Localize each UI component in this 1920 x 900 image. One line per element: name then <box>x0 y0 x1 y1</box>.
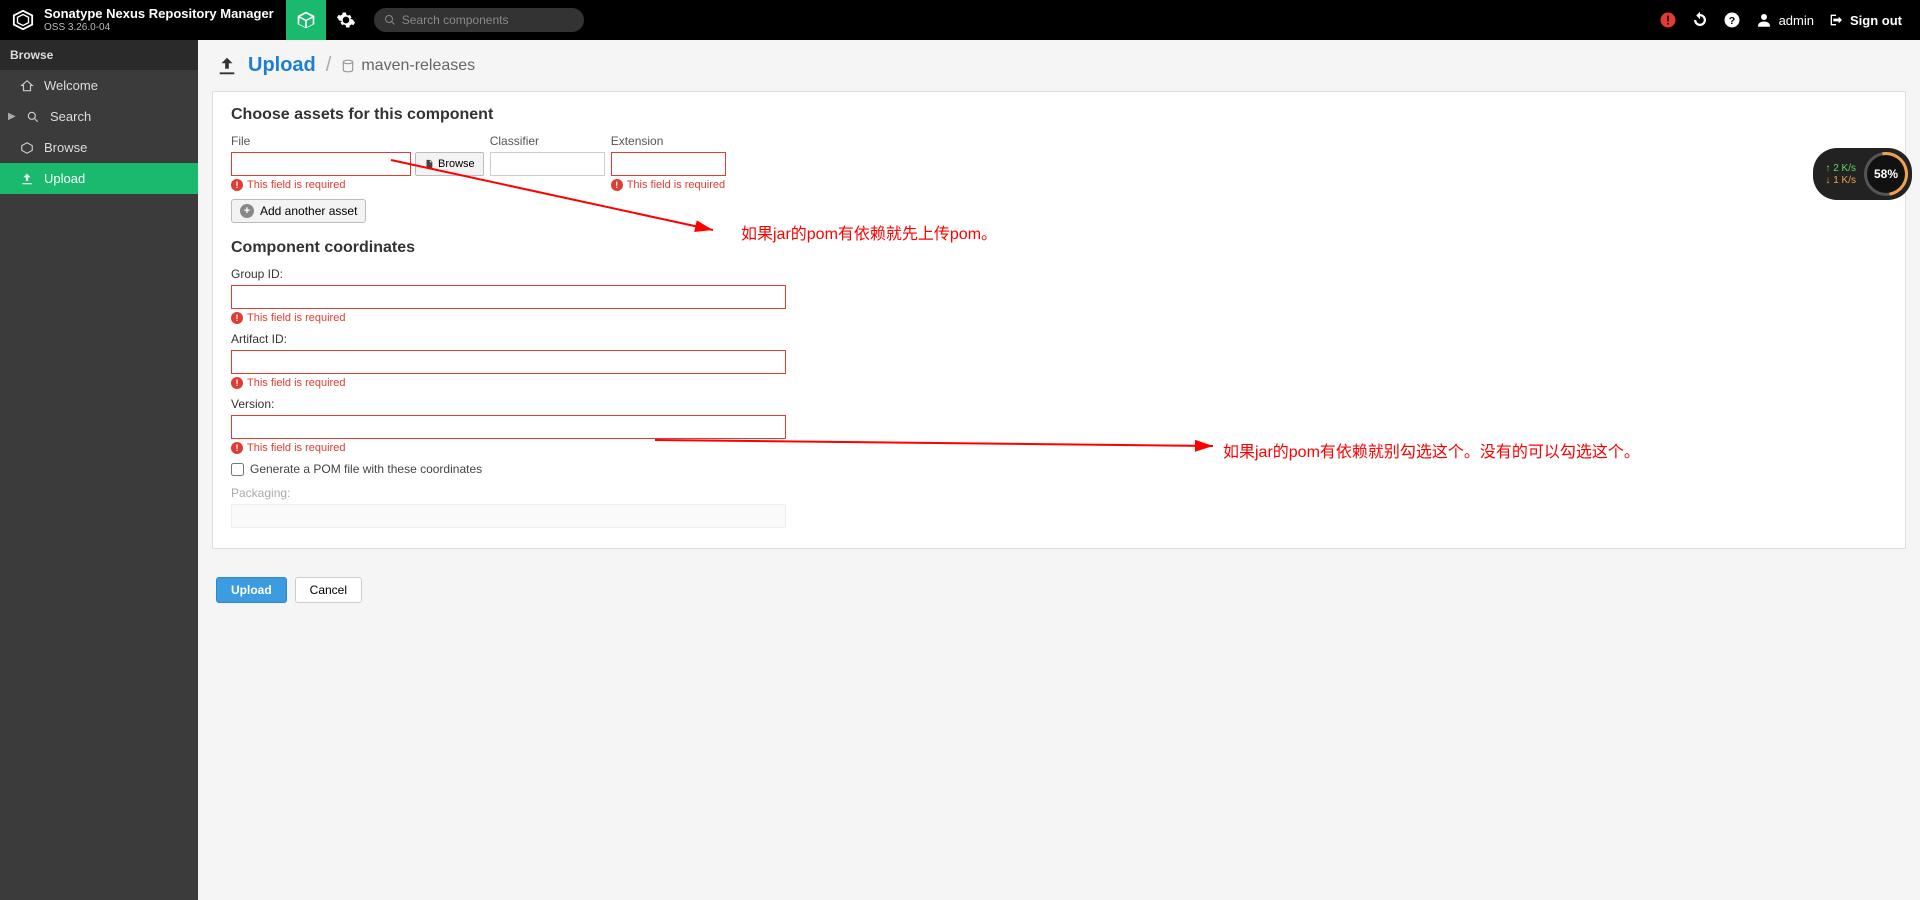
gear-icon <box>336 10 356 30</box>
file-label: File <box>231 134 411 148</box>
extension-label: Extension <box>611 134 726 148</box>
sidebar-header: Browse <box>0 40 198 70</box>
browse-button[interactable]: Browse <box>415 152 484 176</box>
nav-cube-button[interactable] <box>286 0 326 40</box>
action-buttons: Upload Cancel <box>198 563 1920 603</box>
upload-icon <box>20 172 34 186</box>
network-speed-widget[interactable]: ↑ 2 K/s ↓ 1 K/s 58% <box>1813 148 1912 200</box>
database-icon <box>341 59 355 73</box>
page-header: Upload / maven-releases <box>198 40 1920 91</box>
version-error: This field is required <box>247 442 345 454</box>
artifact-id-label: Artifact ID: <box>231 332 1887 346</box>
cube-icon <box>296 10 316 30</box>
classifier-label: Classifier <box>490 134 605 148</box>
gauge-meter: 58% <box>1864 152 1908 196</box>
group-id-input[interactable] <box>231 285 786 309</box>
artifact-id-input[interactable] <box>231 350 786 374</box>
plus-icon: + <box>240 204 254 218</box>
nav-settings-button[interactable] <box>326 0 366 40</box>
breadcrumb-separator: / <box>326 54 332 77</box>
extension-input[interactable] <box>611 152 726 176</box>
sidebar-item-search[interactable]: ▶ Search <box>0 101 198 132</box>
content-area: Upload / maven-releases Choose assets fo… <box>198 40 1920 900</box>
sidebar-item-label: Browse <box>44 140 87 155</box>
page-title: Upload <box>248 54 316 77</box>
brand-title: Sonatype Nexus Repository Manager <box>44 7 274 21</box>
error-icon: ! <box>231 312 243 324</box>
assets-section-title: Choose assets for this component <box>231 106 1887 124</box>
packaging-label: Packaging: <box>231 486 1887 500</box>
brand-version: OSS 3.26.0-04 <box>44 22 274 33</box>
brand: Sonatype Nexus Repository Manager OSS 3.… <box>0 7 286 32</box>
alert-icon[interactable] <box>1659 11 1677 29</box>
sidebar-item-label: Welcome <box>44 78 98 93</box>
search-placeholder: Search components <box>402 13 509 27</box>
error-icon: ! <box>611 179 623 191</box>
packaging-input <box>231 504 786 528</box>
refresh-icon[interactable] <box>1691 11 1709 29</box>
breadcrumb-repo-label: maven-releases <box>361 57 475 75</box>
signout-icon <box>1828 12 1844 28</box>
generate-pom-checkbox[interactable] <box>231 463 244 476</box>
search-icon <box>384 14 396 26</box>
svg-text:?: ? <box>1728 15 1734 27</box>
group-id-error: This field is required <box>247 312 345 324</box>
search-input[interactable]: Search components <box>374 8 584 32</box>
sidebar-item-welcome[interactable]: Welcome <box>0 70 198 101</box>
generate-pom-label: Generate a POM file with these coordinat… <box>250 462 482 476</box>
artifact-id-error: This field is required <box>247 377 345 389</box>
sidebar: Browse Welcome ▶ Search Browse Upload <box>0 40 198 900</box>
breadcrumb-repo[interactable]: maven-releases <box>341 57 475 75</box>
sign-out-button[interactable]: Sign out <box>1828 12 1902 28</box>
sidebar-item-label: Upload <box>44 171 85 186</box>
file-input[interactable] <box>231 152 411 176</box>
version-label: Version: <box>231 397 1887 411</box>
cancel-button[interactable]: Cancel <box>295 577 362 603</box>
header-right: ? admin Sign out <box>1659 11 1920 29</box>
error-icon: ! <box>231 442 243 454</box>
upload-button[interactable]: Upload <box>216 577 287 603</box>
cube-icon <box>20 141 34 155</box>
add-asset-button[interactable]: + Add another asset <box>231 199 366 223</box>
upload-speed: ↑ <box>1825 163 1830 174</box>
help-icon[interactable]: ? <box>1723 11 1741 29</box>
user-menu[interactable]: admin <box>1755 11 1814 29</box>
error-icon: ! <box>231 377 243 389</box>
home-icon <box>20 79 34 93</box>
upload-icon <box>216 55 238 77</box>
user-label: admin <box>1779 13 1814 28</box>
caret-right-icon: ▶ <box>8 111 16 122</box>
error-icon: ! <box>231 179 243 191</box>
asset-row: File ! This field is required Browse Clas… <box>231 134 1887 191</box>
sidebar-item-browse[interactable]: Browse <box>0 132 198 163</box>
sidebar-item-label: Search <box>50 109 91 124</box>
upload-panel: Choose assets for this component File ! T… <box>212 91 1906 549</box>
sidebar-item-upload[interactable]: Upload <box>0 163 198 194</box>
add-asset-label: Add another asset <box>260 204 357 218</box>
app-header: Sonatype Nexus Repository Manager OSS 3.… <box>0 0 1920 40</box>
user-icon <box>1755 11 1773 29</box>
search-icon <box>26 110 40 124</box>
browse-label: Browse <box>438 158 475 170</box>
group-id-label: Group ID: <box>231 267 1887 281</box>
extension-error: This field is required <box>627 179 725 191</box>
file-error: This field is required <box>247 179 345 191</box>
coords-section-title: Component coordinates <box>231 239 1887 257</box>
sign-out-label: Sign out <box>1850 13 1902 28</box>
file-icon <box>424 158 434 170</box>
download-speed: ↓ <box>1825 175 1830 186</box>
nexus-logo-icon <box>12 9 34 31</box>
classifier-input[interactable] <box>490 152 605 176</box>
version-input[interactable] <box>231 415 786 439</box>
